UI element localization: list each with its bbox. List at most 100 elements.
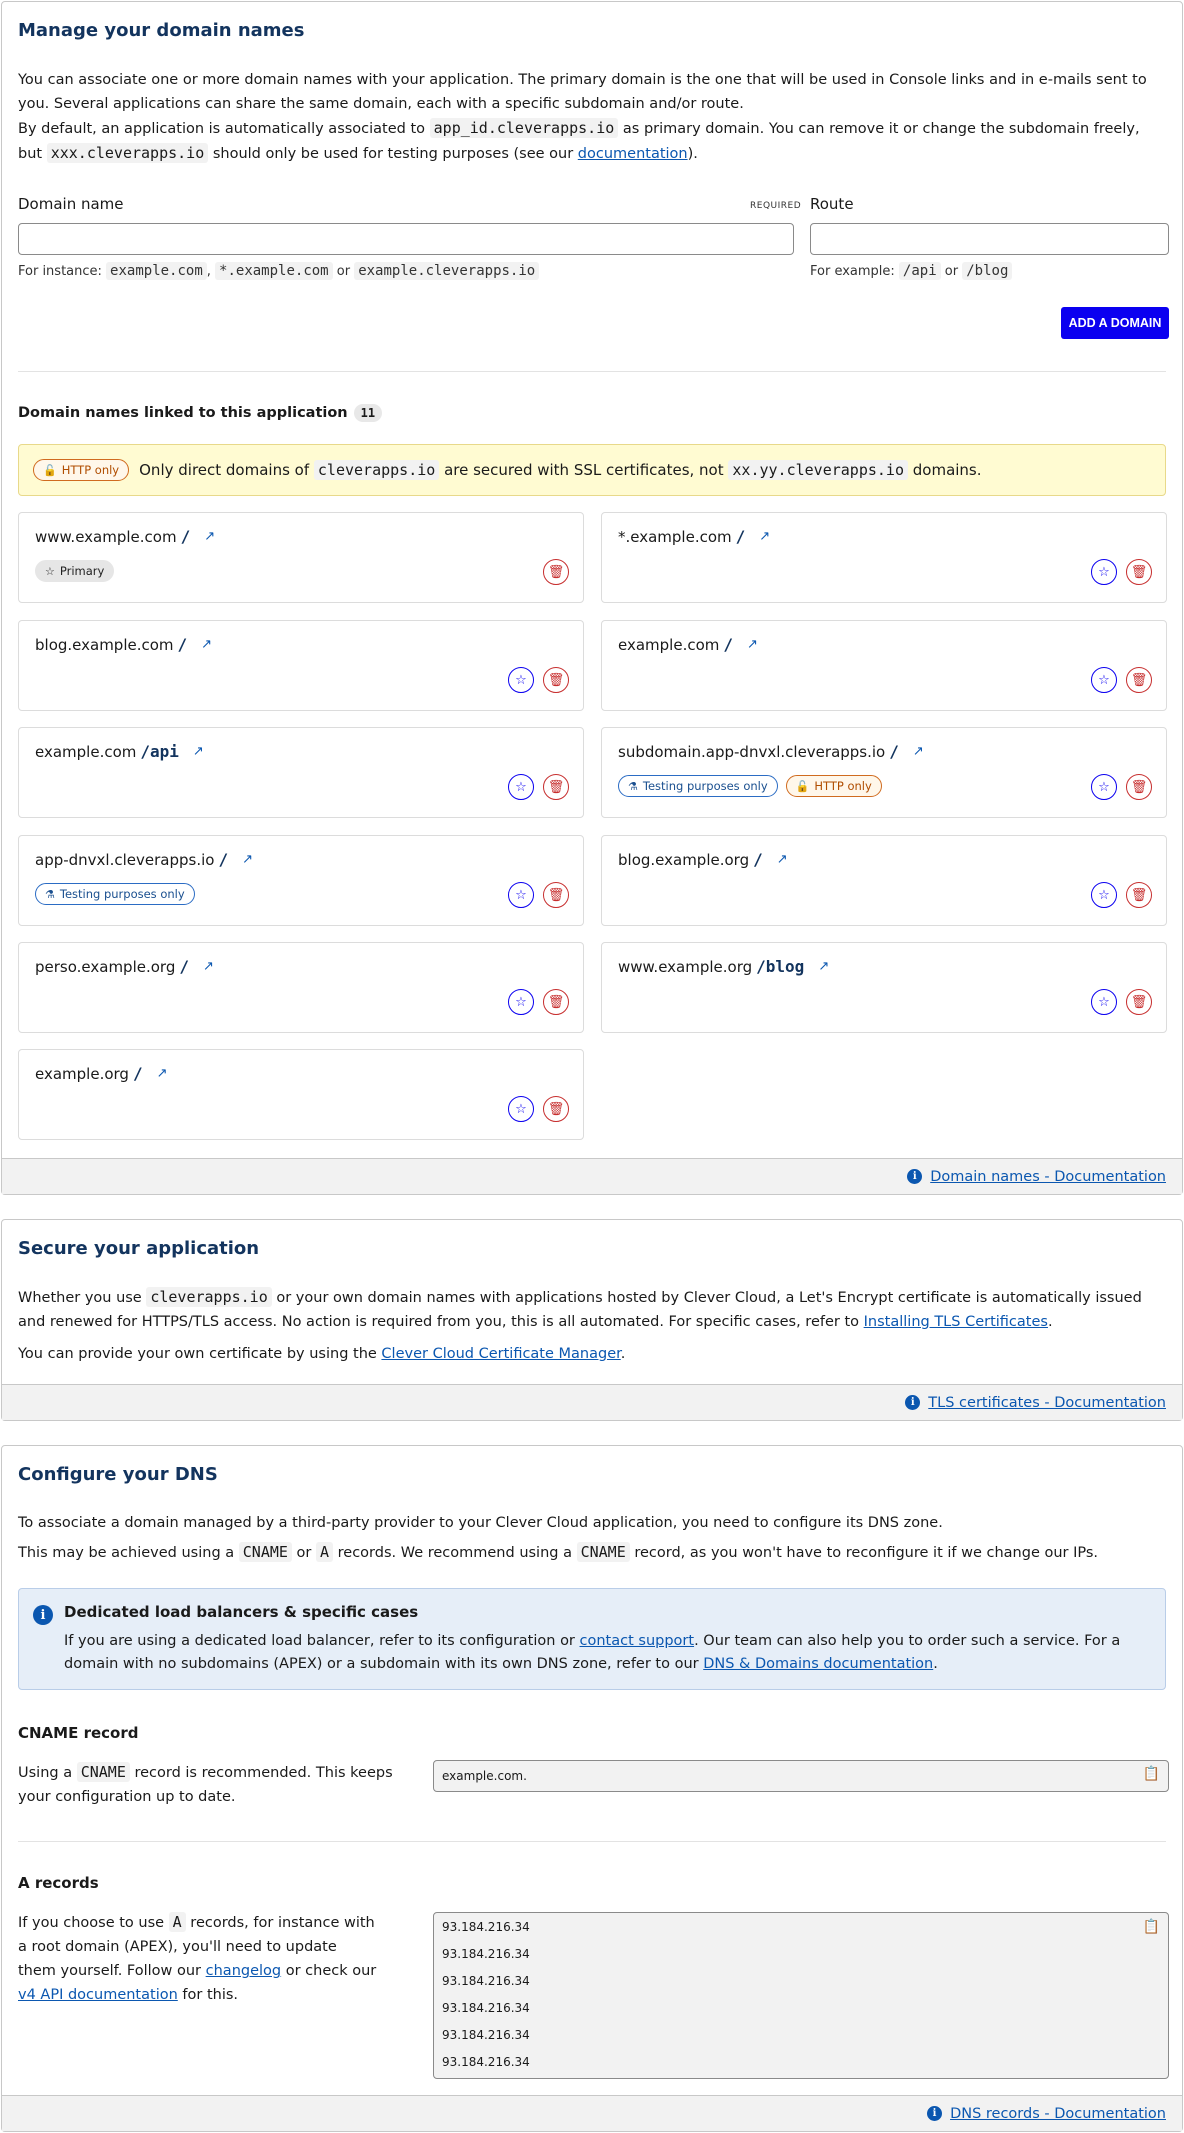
external-link-icon[interactable]: ↗: [759, 529, 770, 544]
warning-text-b: are secured with SSL certificates, not: [439, 461, 729, 479]
external-link-icon[interactable]: ↗: [818, 959, 829, 974]
domains-doc-link[interactable]: Domain names - Documentation: [930, 1169, 1166, 1185]
trash-icon: 🗑: [547, 672, 565, 688]
v4-api-doc-link[interactable]: v4 API documentation: [18, 1987, 178, 2003]
route-input[interactable]: [810, 223, 1169, 255]
trash-icon: 🗑: [1130, 672, 1148, 688]
delete-domain-button[interactable]: 🗑: [1126, 667, 1152, 693]
a-records-box[interactable]: 📋 93.184.216.34 93.184.216.34 93.184.216.3…: [433, 1912, 1169, 2079]
certificate-manager-link[interactable]: Clever Cloud Certificate Manager: [381, 1346, 620, 1362]
contact-support-link[interactable]: contact support: [580, 1633, 695, 1649]
note-body: If you are using a dedicated load balanc…: [64, 1630, 1149, 1676]
dns-footer: i DNS records - Documentation: [2, 2095, 1182, 2131]
domains-title: Manage your domain names: [18, 20, 305, 41]
external-link-icon[interactable]: ↗: [204, 529, 215, 544]
make-primary-button[interactable]: ☆: [508, 882, 534, 908]
a-record-value: 93.184.216.34: [442, 1974, 530, 1988]
testing-badge: ⚗ Testing purposes only: [618, 775, 778, 797]
domain-link[interactable]: example.com / ↗: [618, 635, 758, 654]
linked-domains-count: 11: [353, 404, 383, 422]
make-primary-button[interactable]: ☆: [508, 667, 534, 693]
info-icon: i: [927, 2106, 943, 2121]
external-link-icon[interactable]: ↗: [242, 852, 253, 867]
make-primary-button[interactable]: ☆: [508, 774, 534, 800]
make-primary-button[interactable]: ☆: [1091, 667, 1117, 693]
domain-link[interactable]: www.example.com / ↗: [35, 527, 215, 546]
domain-link[interactable]: app-dnvxl.cleverapps.io / ↗: [35, 850, 253, 869]
tls-doc-link[interactable]: TLS certificates - Documentation: [928, 1395, 1166, 1411]
info-icon: i: [33, 1605, 53, 1625]
domain-route: /api: [140, 742, 179, 761]
delete-domain-button[interactable]: 🗑: [543, 1096, 569, 1122]
cname-value-box[interactable]: example.com. 📋: [433, 1760, 1169, 1792]
domain-link[interactable]: blog.example.com / ↗: [35, 635, 212, 654]
make-primary-button[interactable]: ☆: [1091, 989, 1117, 1015]
domain-link[interactable]: *.example.com / ↗: [618, 527, 770, 546]
warning-code-1: cleverapps.io: [313, 460, 440, 480]
dns-doc-link[interactable]: DNS records - Documentation: [950, 2106, 1166, 2122]
domain-actions: ☆ 🗑: [1091, 667, 1152, 693]
external-link-icon[interactable]: ↗: [913, 744, 924, 759]
domain-name-label: Domain name: [18, 195, 124, 213]
note-c: .: [933, 1656, 938, 1672]
delete-domain-button[interactable]: 🗑: [1126, 559, 1152, 585]
external-link-icon[interactable]: ↗: [203, 959, 214, 974]
domain-host: www.example.com: [35, 527, 177, 546]
domain-link[interactable]: example.org / ↗: [35, 1064, 167, 1083]
domain-actions: ☆ 🗑: [508, 1096, 569, 1122]
trash-icon: 🗑: [1130, 994, 1148, 1010]
domain-link[interactable]: example.com/api ↗: [35, 742, 204, 761]
domain-link[interactable]: www.example.org/blog ↗: [618, 957, 829, 976]
external-link-icon[interactable]: ↗: [747, 637, 758, 652]
trash-icon: 🗑: [547, 994, 565, 1010]
changelog-link[interactable]: changelog: [206, 1963, 281, 1979]
installing-tls-link[interactable]: Installing TLS Certificates: [864, 1314, 1048, 1330]
dns-p2-code-2: A: [315, 1542, 334, 1562]
external-link-icon[interactable]: ↗: [157, 1066, 168, 1081]
documentation-link[interactable]: documentation: [578, 146, 688, 162]
delete-domain-button[interactable]: 🗑: [543, 559, 569, 585]
external-link-icon[interactable]: ↗: [193, 744, 204, 759]
intro2-text-a: By default, an application is automatica…: [18, 121, 430, 137]
clipboard-icon[interactable]: 📋: [1143, 1766, 1160, 1782]
make-primary-button[interactable]: ☆: [1091, 559, 1117, 585]
delete-domain-button[interactable]: 🗑: [543, 774, 569, 800]
domain-link[interactable]: blog.example.org / ↗: [618, 850, 788, 869]
delete-domain-button[interactable]: 🗑: [543, 989, 569, 1015]
make-primary-button[interactable]: ☆: [1091, 882, 1117, 908]
domain-host: example.com: [35, 742, 137, 761]
make-primary-button[interactable]: ☆: [508, 989, 534, 1015]
external-link-icon[interactable]: ↗: [777, 852, 788, 867]
linked-domains-title: Domain names linked to this application: [18, 405, 348, 421]
make-primary-button[interactable]: ☆: [508, 1096, 534, 1122]
domain-actions: ☆ 🗑: [508, 774, 569, 800]
domain-link[interactable]: subdomain.app-dnvxl.cleverapps.io / ↗: [618, 742, 924, 761]
domain-route: /blog: [756, 957, 805, 976]
make-primary-button[interactable]: ☆: [1091, 774, 1117, 800]
route-hint-or: or: [944, 264, 959, 279]
dns-p2-or: or: [291, 1545, 316, 1561]
domain-tags: ⚗ Testing purposes only: [35, 883, 195, 905]
tls-p2: You can provide your own certificate by …: [18, 1342, 1166, 1366]
delete-domain-button[interactable]: 🗑: [543, 882, 569, 908]
domain-route: /: [723, 635, 734, 654]
dns-domains-doc-link[interactable]: DNS & Domains documentation: [703, 1656, 933, 1672]
warning-text-a: Only direct domains of: [139, 461, 314, 479]
route-hint-prefix: For example:: [810, 264, 895, 279]
delete-domain-button[interactable]: 🗑: [1126, 989, 1152, 1015]
external-link-icon[interactable]: ↗: [201, 637, 212, 652]
domain-link[interactable]: perso.example.org / ↗: [35, 957, 214, 976]
delete-domain-button[interactable]: 🗑: [543, 667, 569, 693]
linked-domains-heading: Domain names linked to this application …: [18, 404, 383, 422]
domain-name-input[interactable]: [18, 223, 794, 255]
warning-text: Only direct domains of cleverapps.io are…: [139, 460, 982, 480]
a-desc-code: A: [168, 1912, 186, 1932]
info-icon: i: [905, 1395, 921, 1410]
domain-card: *.example.com / ↗ ☆ 🗑: [601, 512, 1167, 603]
route-hint-code-1: /api: [898, 262, 941, 280]
add-domain-button[interactable]: ADD A DOMAIN: [1061, 307, 1169, 339]
delete-domain-button[interactable]: 🗑: [1126, 882, 1152, 908]
clipboard-icon[interactable]: 📋: [1143, 1919, 1160, 1935]
testing-badge-label: Testing purposes only: [642, 779, 768, 793]
delete-domain-button[interactable]: 🗑: [1126, 774, 1152, 800]
